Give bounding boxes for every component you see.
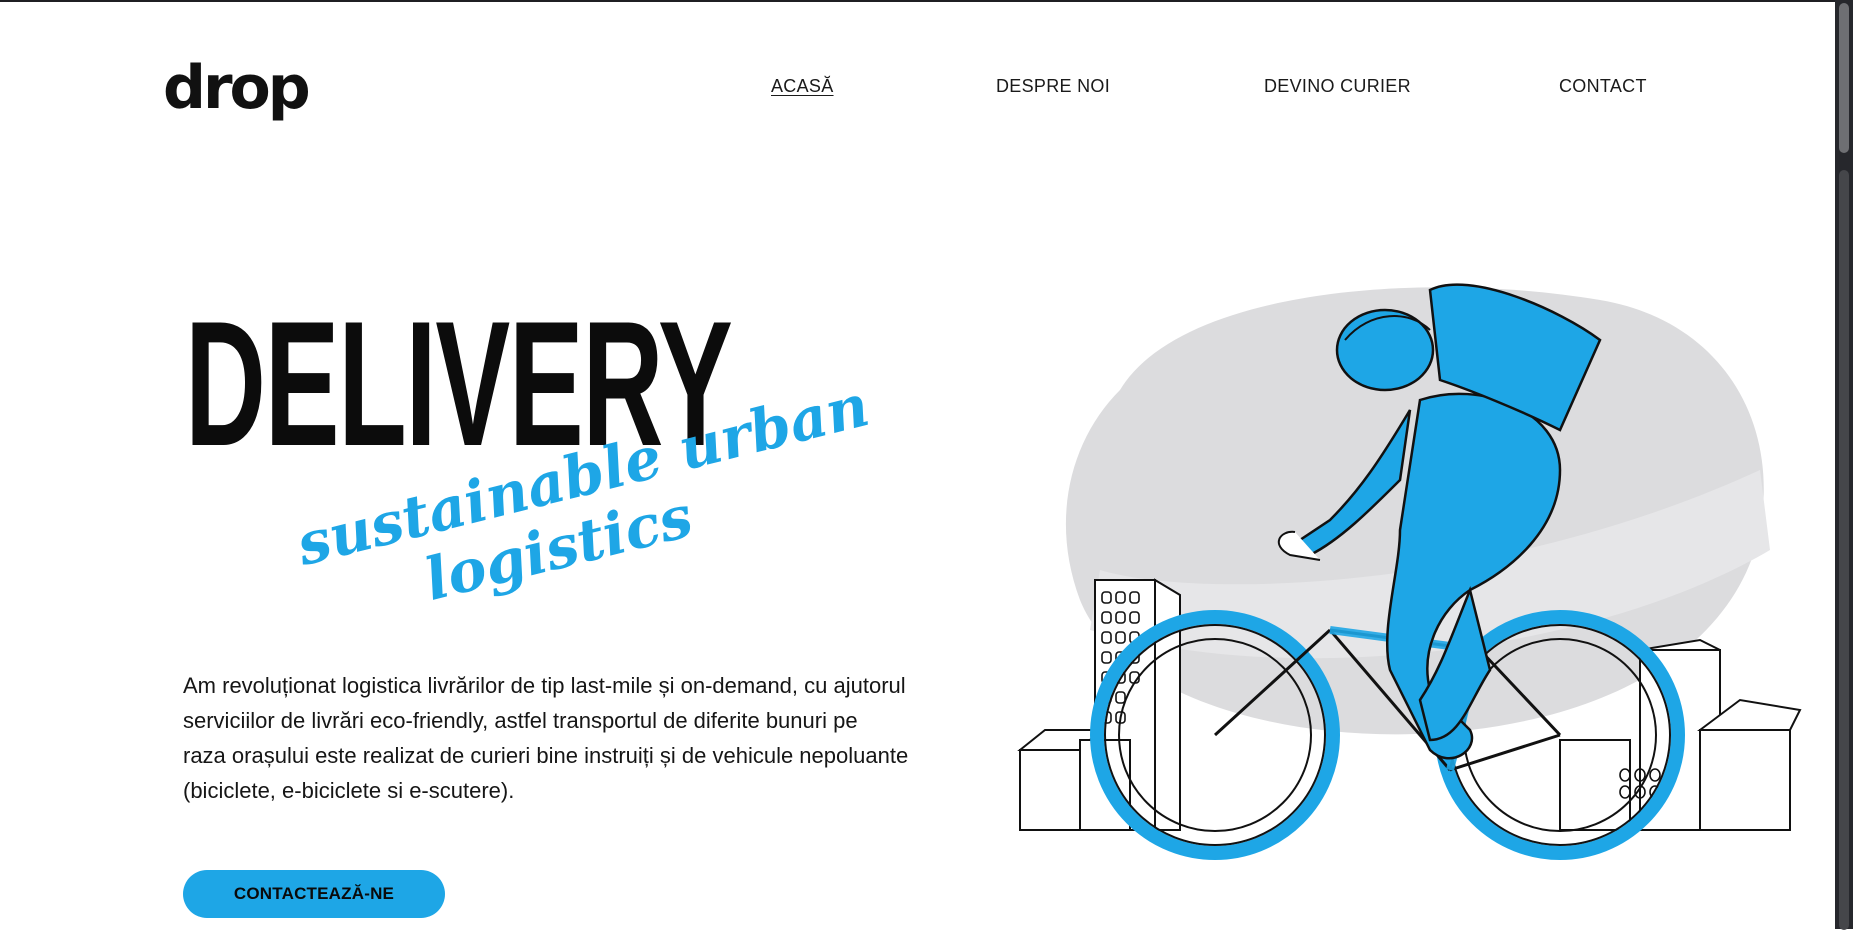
vertical-scrollbar[interactable] [1835, 0, 1853, 930]
courier-on-bicycle-illustration [1017, 283, 1802, 860]
contact-us-button[interactable]: CONTACTEAZĂ-NE [183, 870, 445, 918]
hero-description-line: raza orașului este realizat de curieri b… [183, 743, 909, 768]
brand-logo[interactable]: drop [163, 58, 311, 118]
hero-description-line: (biciclete, e-biciclete si e-scutere). [183, 778, 515, 803]
hero-description-line: serviciilor de livrări eco-friendly, ast… [183, 708, 858, 733]
window-top-border [0, 0, 1853, 2]
nav-item-contact[interactable]: CONTACT [1559, 76, 1647, 97]
nav-item-acasa[interactable]: ACASĂ [771, 76, 834, 97]
hero-description: Am revoluționat logistica livrărilor de … [183, 668, 943, 808]
nav-item-devino-curier[interactable]: DEVINO CURIER [1264, 76, 1411, 97]
nav-item-despre-noi[interactable]: DESPRE NOI [996, 76, 1110, 97]
hero-description-line: Am revoluționat logistica livrărilor de … [183, 673, 906, 698]
scrollbar-track [1839, 170, 1849, 930]
scrollbar-thumb[interactable] [1839, 3, 1849, 153]
